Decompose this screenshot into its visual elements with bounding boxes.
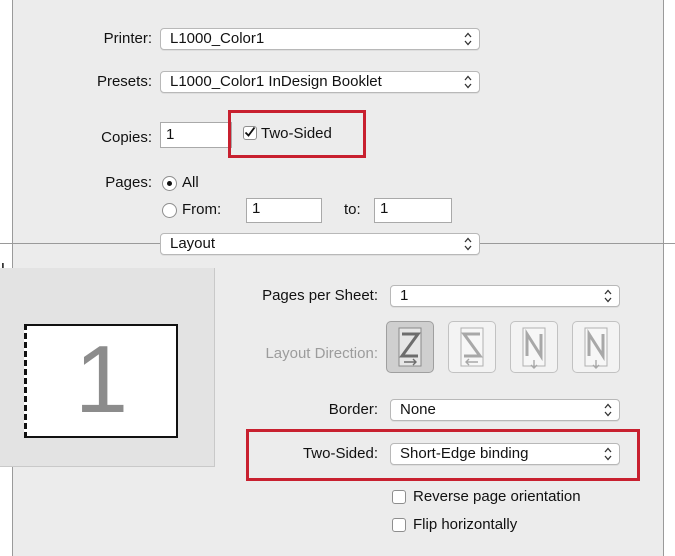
checkmark-icon [244, 126, 256, 137]
pages-from-field[interactable]: 1 [246, 198, 322, 223]
layout-direction-z-button[interactable] [386, 321, 434, 373]
chevron-updown-icon [604, 289, 612, 303]
preview-pane: 1 [0, 268, 215, 467]
pages-all-radio[interactable] [162, 176, 177, 191]
presets-select[interactable]: L1000_Color1 InDesign Booklet [160, 71, 480, 93]
two-sided-select[interactable]: Short-Edge binding [390, 443, 620, 465]
layout-z-icon [398, 327, 422, 367]
copies-label: Copies: [101, 129, 152, 146]
chevron-updown-icon [464, 75, 472, 89]
pages-to-field[interactable]: 1 [374, 198, 452, 223]
chevron-updown-icon [464, 32, 472, 46]
layout-n-reverse-icon [522, 327, 546, 369]
two-sided-select-label: Two-Sided: [302, 445, 378, 462]
border-select[interactable]: None [390, 399, 620, 421]
section-select[interactable]: Layout [160, 233, 480, 255]
pages-per-sheet-select[interactable]: 1 [390, 285, 620, 307]
border-label: Border: [328, 401, 378, 418]
chevron-updown-icon [604, 447, 612, 461]
section-select-value: Layout [170, 235, 216, 252]
pages-from-radio[interactable] [162, 203, 177, 218]
two-sided-select-value: Short-Edge binding [400, 445, 529, 462]
presets-label: Presets: [96, 73, 152, 90]
printer-label: Printer: [103, 30, 152, 47]
reverse-orientation-label: Reverse page orientation [413, 488, 581, 505]
two-sided-checkbox-label: Two-Sided [261, 125, 332, 142]
layout-direction-s-button[interactable] [448, 321, 496, 373]
flip-horizontally-checkbox[interactable] [392, 518, 406, 532]
layout-direction-n-reverse-button[interactable] [510, 321, 558, 373]
pages-per-sheet-value: 1 [400, 287, 409, 304]
two-sided-checkbox[interactable] [243, 126, 257, 140]
border-select-value: None [400, 401, 436, 418]
printer-select[interactable]: L1000_Color1 [160, 28, 480, 50]
pages-label: Pages: [105, 174, 152, 191]
chevron-updown-icon [464, 237, 472, 251]
reverse-orientation-checkbox[interactable] [392, 490, 406, 504]
radio-dot [167, 181, 172, 186]
layout-direction-label: Layout Direction: [265, 345, 378, 362]
presets-select-value: L1000_Color1 InDesign Booklet [170, 73, 382, 90]
flip-horizontally-label: Flip horizontally [413, 516, 518, 533]
layout-n-icon [584, 327, 608, 369]
layout-s-icon [460, 327, 484, 367]
page-preview: 1 [24, 324, 178, 438]
pages-to-label: to: [344, 201, 361, 218]
pages-all-label: All [182, 174, 199, 191]
pages-from-label: From: [182, 201, 222, 218]
pages-per-sheet-label: Pages per Sheet: [262, 287, 378, 304]
printer-select-value: L1000_Color1 [170, 30, 265, 47]
layout-direction-n-button[interactable] [572, 321, 620, 373]
page-preview-number: 1 [74, 326, 129, 433]
chevron-updown-icon [604, 403, 612, 417]
copies-field[interactable]: 1 [160, 122, 232, 148]
